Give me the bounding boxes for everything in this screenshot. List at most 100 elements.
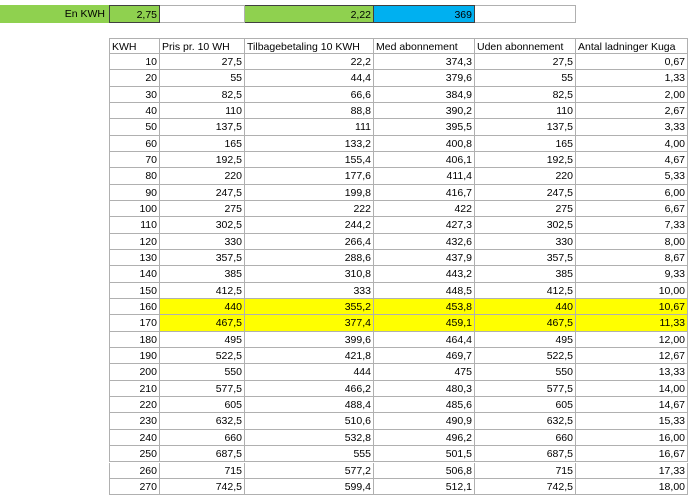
table-cell[interactable]: 140 — [109, 266, 160, 283]
table-cell[interactable]: 165 — [160, 135, 245, 153]
table-cell[interactable]: 510,6 — [245, 413, 374, 430]
table-cell[interactable]: 27,5 — [475, 54, 576, 71]
table-cell[interactable]: 250 — [109, 446, 160, 463]
table-cell[interactable]: 110 — [109, 217, 160, 234]
empty-cell[interactable] — [475, 5, 576, 23]
table-cell[interactable]: 379,6 — [374, 70, 475, 87]
table-cell[interactable]: 130 — [109, 250, 160, 267]
table-cell[interactable]: 220 — [160, 168, 245, 185]
table-cell[interactable]: 82,5 — [160, 86, 245, 103]
table-cell[interactable]: 170 — [109, 315, 160, 332]
table-cell[interactable]: 532,8 — [245, 429, 374, 447]
refund-per-kwh-cell[interactable]: 2,22 — [245, 5, 374, 23]
table-cell[interactable]: 200 — [109, 364, 160, 381]
table-cell[interactable]: 496,2 — [374, 429, 475, 447]
table-cell[interactable]: 155,4 — [245, 152, 374, 169]
table-cell[interactable]: 448,5 — [374, 282, 475, 300]
table-cell[interactable]: 10,00 — [576, 282, 688, 300]
table-cell[interactable]: 687,5 — [160, 446, 245, 463]
column-header[interactable]: Uden abonnement — [475, 38, 576, 54]
table-cell[interactable]: 275 — [160, 201, 245, 218]
table-cell[interactable]: 555 — [245, 446, 374, 463]
table-cell[interactable]: 377,4 — [245, 315, 374, 332]
table-cell[interactable]: 501,5 — [374, 446, 475, 463]
table-cell[interactable]: 485,6 — [374, 397, 475, 414]
table-cell[interactable]: 416,7 — [374, 184, 475, 202]
table-cell[interactable]: 357,5 — [475, 250, 576, 267]
table-cell[interactable]: 220 — [475, 168, 576, 185]
table-cell[interactable]: 260 — [109, 462, 160, 479]
table-cell[interactable]: 385 — [160, 266, 245, 283]
table-cell[interactable]: 16,67 — [576, 446, 688, 463]
table-cell[interactable]: 160 — [109, 299, 160, 316]
table-cell[interactable]: 110 — [475, 103, 576, 120]
table-cell[interactable]: 412,5 — [160, 282, 245, 300]
table-cell[interactable]: 70 — [109, 152, 160, 169]
table-cell[interactable]: 302,5 — [475, 217, 576, 234]
table-cell[interactable]: 60 — [109, 135, 160, 153]
table-cell[interactable]: 599,4 — [245, 478, 374, 495]
table-cell[interactable]: 220 — [109, 397, 160, 414]
table-cell[interactable]: 192,5 — [475, 152, 576, 169]
table-cell[interactable]: 0,67 — [576, 54, 688, 71]
table-cell[interactable]: 715 — [160, 462, 245, 479]
table-cell[interactable]: 247,5 — [160, 184, 245, 202]
table-cell[interactable]: 512,1 — [374, 478, 475, 495]
table-cell[interactable]: 469,7 — [374, 348, 475, 365]
table-cell[interactable]: 16,00 — [576, 429, 688, 447]
table-cell[interactable]: 427,3 — [374, 217, 475, 234]
table-cell[interactable]: 467,5 — [160, 315, 245, 332]
table-cell[interactable]: 4,00 — [576, 135, 688, 153]
table-cell[interactable]: 302,5 — [160, 217, 245, 234]
table-cell[interactable]: 444 — [245, 364, 374, 381]
table-cell[interactable]: 11,33 — [576, 315, 688, 332]
table-cell[interactable]: 8,67 — [576, 250, 688, 267]
table-cell[interactable]: 270 — [109, 478, 160, 495]
table-cell[interactable]: 17,33 — [576, 462, 688, 479]
table-cell[interactable]: 490,9 — [374, 413, 475, 430]
table-cell[interactable]: 1,33 — [576, 70, 688, 87]
table-cell[interactable]: 18,00 — [576, 478, 688, 495]
table-cell[interactable]: 13,33 — [576, 364, 688, 381]
table-cell[interactable]: 2,00 — [576, 86, 688, 103]
table-cell[interactable]: 577,5 — [475, 380, 576, 398]
table-cell[interactable]: 177,6 — [245, 168, 374, 185]
table-cell[interactable]: 222 — [245, 201, 374, 218]
empty-cell[interactable] — [160, 5, 245, 23]
table-cell[interactable]: 247,5 — [475, 184, 576, 202]
column-header[interactable]: Antal ladninger Kuga — [576, 38, 688, 54]
table-cell[interactable]: 488,4 — [245, 397, 374, 414]
table-cell[interactable]: 50 — [109, 119, 160, 136]
table-cell[interactable]: 480,3 — [374, 380, 475, 398]
table-cell[interactable]: 14,67 — [576, 397, 688, 414]
table-cell[interactable]: 14,00 — [576, 380, 688, 398]
table-cell[interactable]: 288,6 — [245, 250, 374, 267]
table-cell[interactable]: 432,6 — [374, 233, 475, 251]
table-cell[interactable]: 165 — [475, 135, 576, 153]
table-cell[interactable]: 632,5 — [475, 413, 576, 430]
table-cell[interactable]: 330 — [475, 233, 576, 251]
table-cell[interactable]: 6,67 — [576, 201, 688, 218]
table-cell[interactable]: 412,5 — [475, 282, 576, 300]
table-cell[interactable]: 660 — [475, 429, 576, 447]
table-cell[interactable]: 9,33 — [576, 266, 688, 283]
table-cell[interactable]: 495 — [475, 331, 576, 349]
table-cell[interactable]: 22,2 — [245, 54, 374, 71]
table-cell[interactable]: 550 — [160, 364, 245, 381]
table-cell[interactable]: 240 — [109, 429, 160, 447]
table-cell[interactable]: 7,33 — [576, 217, 688, 234]
table-cell[interactable]: 133,2 — [245, 135, 374, 153]
table-cell[interactable]: 440 — [475, 299, 576, 316]
table-cell[interactable]: 742,5 — [475, 478, 576, 495]
table-cell[interactable]: 550 — [475, 364, 576, 381]
table-cell[interactable]: 466,2 — [245, 380, 374, 398]
table-cell[interactable]: 605 — [160, 397, 245, 414]
column-header[interactable]: KWH — [109, 38, 160, 54]
table-cell[interactable]: 244,2 — [245, 217, 374, 234]
table-cell[interactable]: 6,00 — [576, 184, 688, 202]
table-cell[interactable]: 137,5 — [160, 119, 245, 136]
table-cell[interactable]: 44,4 — [245, 70, 374, 87]
table-cell[interactable]: 192,5 — [160, 152, 245, 169]
table-cell[interactable]: 90 — [109, 184, 160, 202]
table-cell[interactable]: 399,6 — [245, 331, 374, 349]
